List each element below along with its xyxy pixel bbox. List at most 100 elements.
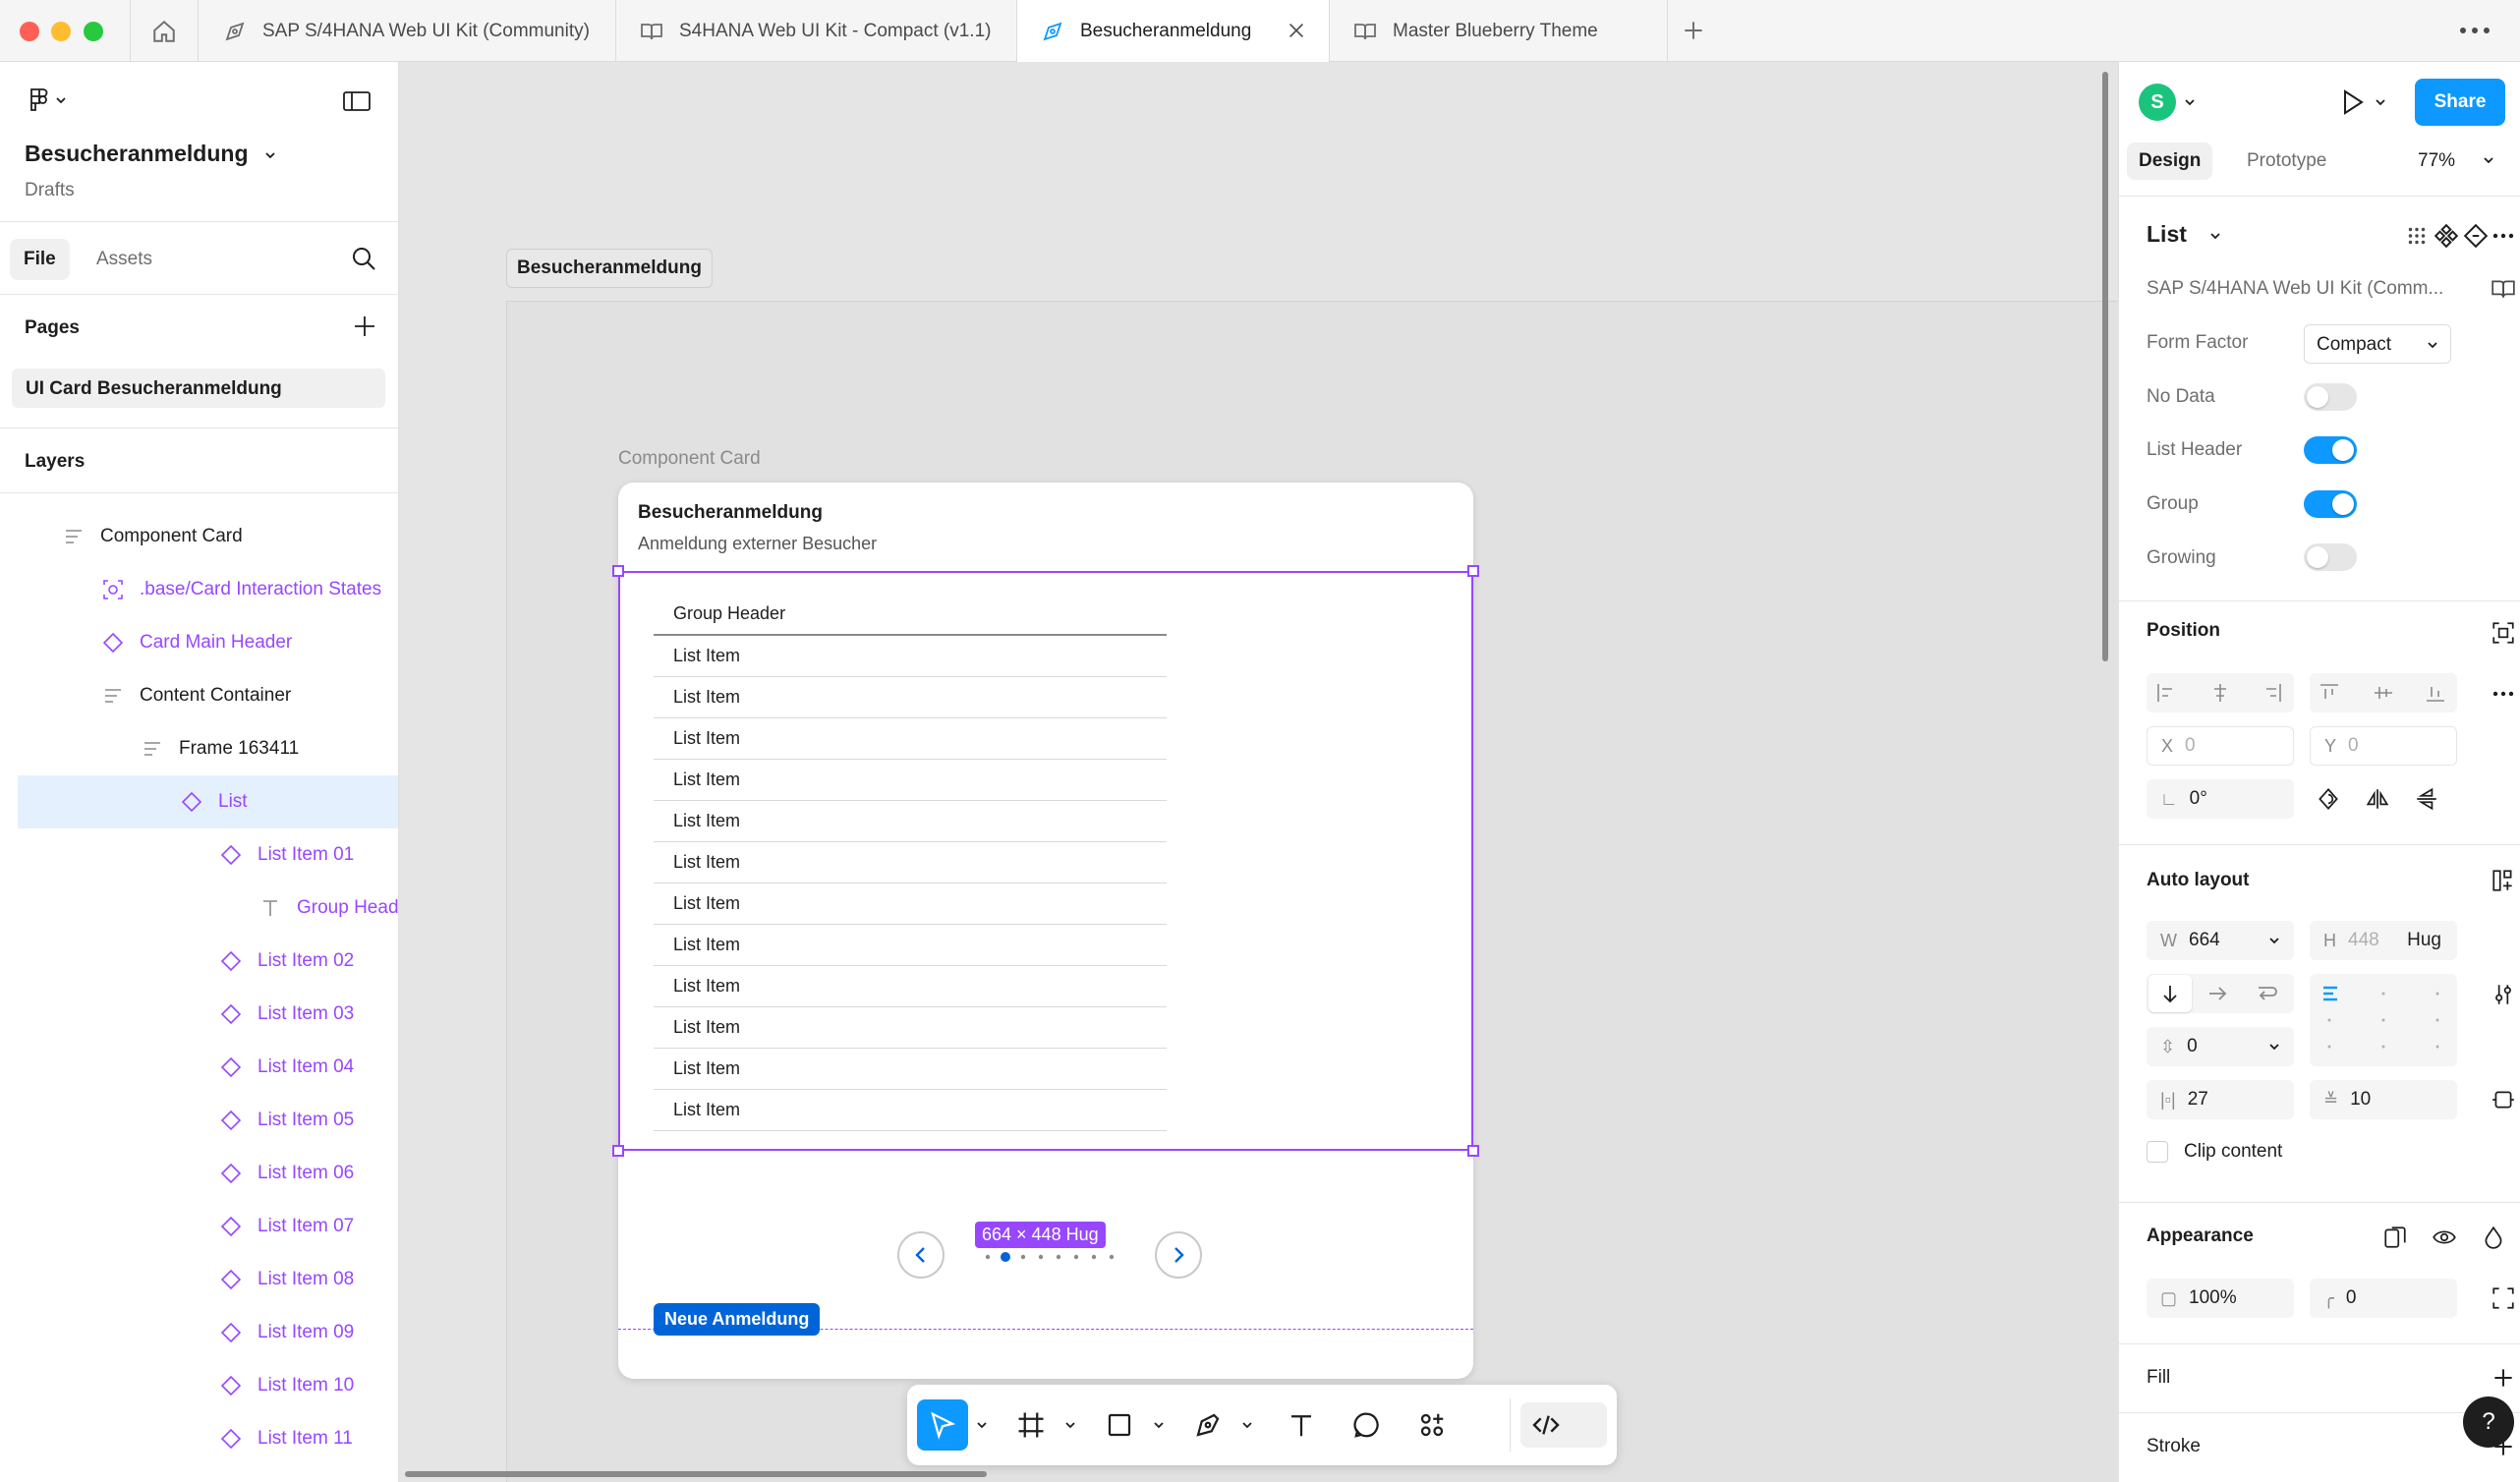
actions-button[interactable]	[1406, 1399, 1458, 1451]
horizontal-padding-field[interactable]: |▫| 27	[2147, 1080, 2294, 1119]
tab-file[interactable]: File	[10, 239, 70, 280]
dev-mode-toggle[interactable]	[1520, 1402, 1607, 1448]
x-position-field[interactable]: X 0	[2147, 726, 2294, 766]
carousel-dot[interactable]	[1056, 1254, 1061, 1260]
figma-menu-icon[interactable]	[26, 87, 75, 113]
carousel-dot[interactable]	[985, 1254, 991, 1260]
more-options-icon[interactable]	[2491, 223, 2516, 249]
growing-toggle[interactable]	[2304, 543, 2357, 571]
resize-handle[interactable]	[612, 565, 624, 577]
opacity-field[interactable]: ▢ 100%	[2147, 1279, 2294, 1318]
vertical-scrollbar[interactable]	[2102, 72, 2108, 661]
carousel-dot[interactable]	[1073, 1254, 1079, 1260]
carousel-dot[interactable]	[1038, 1254, 1044, 1260]
alignment-grid[interactable]	[2310, 974, 2457, 1066]
wrap-icon[interactable]	[2255, 982, 2278, 1005]
share-button[interactable]: Share	[2415, 79, 2505, 126]
chevron-down-icon[interactable]	[1064, 1420, 1076, 1430]
carousel-dot[interactable]	[1091, 1254, 1097, 1260]
chevron-down-icon[interactable]	[2375, 97, 2386, 107]
layer-item[interactable]: List Item 03	[0, 988, 398, 1041]
form-factor-select[interactable]: Compact	[2304, 324, 2451, 364]
corner-radius-field[interactable]: ╭ 0	[2310, 1279, 2457, 1318]
close-window-button[interactable]	[20, 22, 39, 41]
tab-master-blueberry[interactable]: Master Blueberry Theme	[1330, 0, 1668, 62]
component-name[interactable]: List	[2147, 221, 2187, 248]
tab-besucheranmeldung[interactable]: Besucheranmeldung	[1017, 0, 1330, 62]
horizontal-scrollbar[interactable]	[405, 1471, 987, 1477]
sidebar-toggle-icon[interactable]	[342, 89, 372, 113]
add-fill-icon[interactable]	[2491, 1365, 2516, 1391]
file-title[interactable]: Besucheranmeldung	[25, 141, 249, 167]
chevron-down-icon[interactable]	[1153, 1420, 1165, 1430]
layer-item[interactable]: Content Container	[0, 669, 398, 722]
chevron-down-icon[interactable]	[1241, 1420, 1253, 1430]
chevron-down-icon[interactable]	[2209, 231, 2221, 241]
neue-anmeldung-button[interactable]: Neue Anmeldung	[654, 1303, 821, 1336]
more-options-icon[interactable]	[2455, 18, 2494, 43]
vertical-padding-field[interactable]: ≚ 10	[2310, 1080, 2457, 1119]
list-header-toggle[interactable]	[2304, 436, 2357, 464]
align-middle-icon[interactable]	[2372, 681, 2395, 705]
align-bottom-icon[interactable]	[2424, 681, 2447, 705]
flip-horizontal-icon[interactable]	[2365, 786, 2390, 812]
play-icon[interactable]	[2337, 87, 2367, 117]
layer-item[interactable]: List Item 05	[0, 1094, 398, 1147]
comment-tool-button[interactable]	[1342, 1399, 1393, 1451]
flip-vertical-icon[interactable]	[2414, 786, 2439, 812]
layer-item[interactable]: List Item 07	[0, 1200, 398, 1253]
align-right-icon[interactable]	[2261, 681, 2284, 705]
layer-item[interactable]: List Item 10	[0, 1359, 398, 1412]
width-field[interactable]: W 664	[2147, 921, 2294, 960]
search-icon[interactable]	[350, 245, 377, 272]
more-options-icon[interactable]	[2491, 681, 2516, 707]
layer-item[interactable]: Frame 163411	[0, 722, 398, 775]
book-icon[interactable]	[2491, 276, 2516, 302]
frame-tool-button[interactable]	[1005, 1399, 1057, 1451]
chevron-down-icon[interactable]	[976, 1420, 988, 1430]
layer-item[interactable]: List Item 12	[0, 1465, 398, 1482]
layer-item[interactable]: List Item 11	[0, 1412, 398, 1465]
layer-item[interactable]: List Item 08	[0, 1253, 398, 1306]
carousel-page-indicator[interactable]	[982, 1251, 1119, 1263]
chevron-down-icon[interactable]	[2184, 97, 2196, 107]
no-data-toggle[interactable]	[2304, 383, 2357, 411]
layer-item[interactable]: List Item 09	[0, 1306, 398, 1359]
home-tab[interactable]	[130, 0, 199, 62]
individual-padding-icon[interactable]	[2491, 1087, 2516, 1112]
canvas[interactable]: Besucheranmeldung Component Card Besuche…	[400, 62, 2117, 1482]
carousel-dot[interactable]	[1109, 1254, 1115, 1260]
new-tab-icon[interactable]	[1681, 18, 1706, 43]
layout-settings-icon[interactable]	[2491, 868, 2516, 893]
carousel-dot-active[interactable]	[1001, 1252, 1010, 1262]
help-button[interactable]: ?	[2463, 1396, 2514, 1448]
layer-item[interactable]: List Item 04	[0, 1041, 398, 1094]
component-label[interactable]: Component Card	[618, 448, 761, 470]
close-tab-icon[interactable]	[1286, 20, 1307, 41]
direction-vertical-button[interactable]	[2148, 975, 2192, 1012]
instance-icon[interactable]	[2463, 223, 2489, 249]
layer-item[interactable]: Group Header	[0, 882, 398, 935]
sliders-icon[interactable]	[2491, 982, 2516, 1007]
gap-field[interactable]: ⇳ 0	[2147, 1027, 2294, 1066]
align-top-icon[interactable]	[2318, 681, 2341, 705]
chevron-down-icon[interactable]	[2483, 155, 2494, 165]
zoom-level[interactable]: 77%	[2418, 150, 2455, 172]
shape-tool-button[interactable]	[1094, 1399, 1145, 1451]
clip-content-checkbox[interactable]	[2147, 1141, 2168, 1163]
expand-corners-icon[interactable]	[2491, 1285, 2516, 1311]
page-item-ui-card[interactable]: UI Card Besucheranmeldung	[12, 369, 385, 408]
avatar[interactable]: S	[2139, 84, 2176, 121]
height-field[interactable]: H 448 Hug	[2310, 921, 2457, 960]
y-position-field[interactable]: Y 0	[2310, 726, 2457, 766]
layer-item[interactable]: List	[18, 775, 398, 828]
tab-s4hana-compact[interactable]: S4HANA Web UI Kit - Compact (v1.1)	[616, 0, 1017, 62]
move-tool-button[interactable]	[917, 1399, 968, 1451]
rotate-icon[interactable]	[2316, 786, 2341, 812]
tab-design[interactable]: Design	[2127, 142, 2213, 180]
layer-item[interactable]: List Item 01	[0, 828, 398, 882]
tab-prototype[interactable]: Prototype	[2247, 150, 2326, 172]
library-name[interactable]: SAP S/4HANA Web UI Kit (Comm...	[2147, 278, 2461, 300]
grid-icon[interactable]	[2404, 223, 2430, 249]
text-tool-button[interactable]	[1276, 1399, 1327, 1451]
